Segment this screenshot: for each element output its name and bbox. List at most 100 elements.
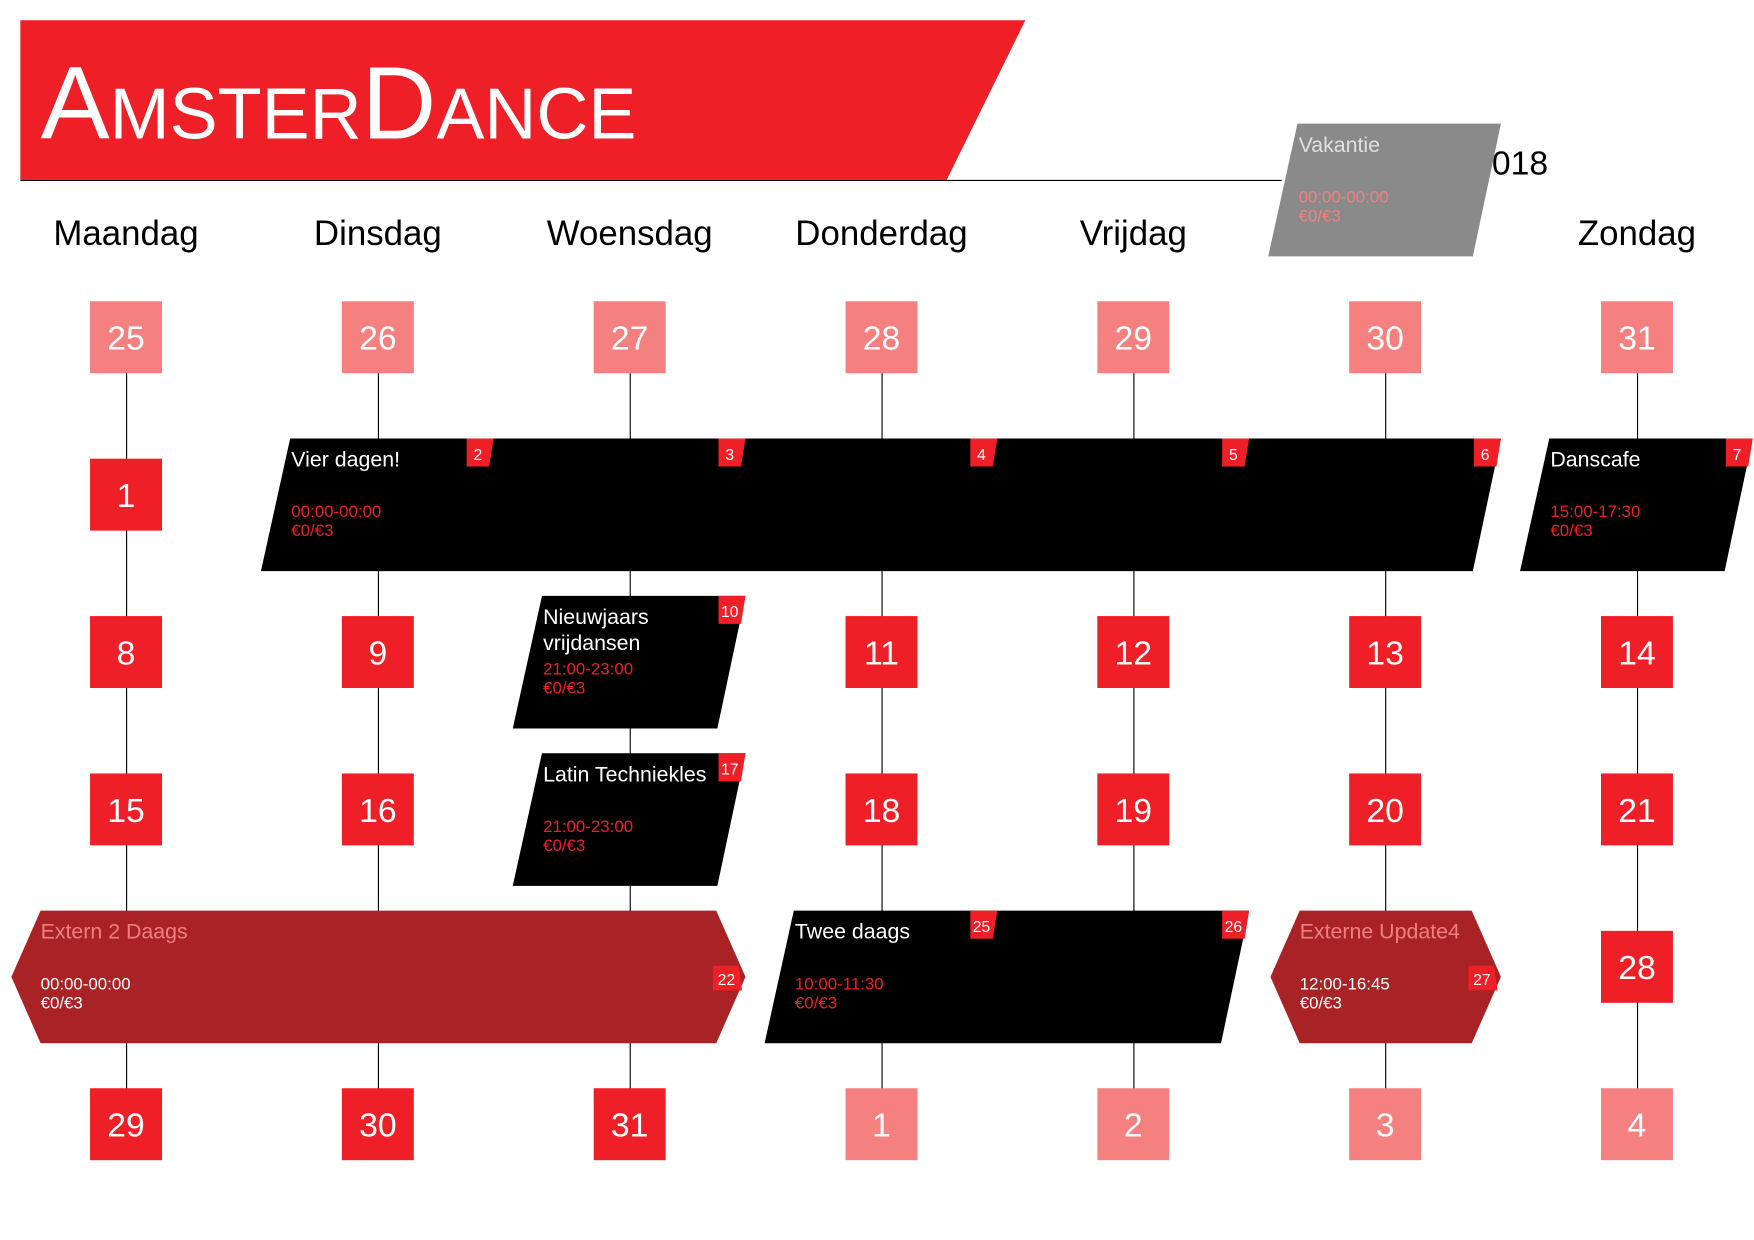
event-price: €0/€3 <box>41 993 83 1012</box>
date-number: 31 <box>611 1107 649 1145</box>
day-badge-number: 22 <box>718 972 735 989</box>
date-number: 19 <box>1115 792 1153 830</box>
day-badge-number: 17 <box>721 762 738 779</box>
date-number: 25 <box>107 320 145 358</box>
date-number: 18 <box>863 792 901 830</box>
event-price: €0/€3 <box>543 836 585 855</box>
date-cell[interactable]: 16 <box>341 773 414 846</box>
event-title: Nieuwjaars <box>543 605 649 629</box>
day-badge-number: 5 <box>1229 447 1238 464</box>
date-number: 29 <box>1115 320 1153 358</box>
date-cell[interactable]: 18 <box>845 773 918 846</box>
date-number: 3 <box>1376 1107 1395 1145</box>
event-title: Vakantie <box>1299 133 1380 157</box>
date-number: 29 <box>107 1107 145 1145</box>
event-twee-daags[interactable]: Twee daags 10:00-11:30€0/€3 25 26 <box>764 910 1250 1044</box>
event-price: €0/€3 <box>1550 521 1592 540</box>
date-cell[interactable]: 28 <box>1600 930 1673 1003</box>
date-number: 28 <box>1618 949 1656 987</box>
event-title: Latin Techniekles <box>543 762 706 786</box>
date-cell[interactable]: 11 <box>845 616 918 689</box>
date-number: 12 <box>1115 634 1153 672</box>
date-cell[interactable]: 4 <box>1600 1088 1673 1161</box>
event-title: Danscafe <box>1550 448 1640 472</box>
day-badge-number: 3 <box>725 447 734 464</box>
day-badge-number: 25 <box>973 919 991 936</box>
day-badge-number: 27 <box>1473 972 1490 989</box>
event-extern-2-daags[interactable]: Extern 2 Daags 00:00-00:00€0/€3 22 <box>11 910 746 1044</box>
event-danscafe[interactable]: Danscafe 15:00-17:30€0/€3 7 <box>1520 438 1753 572</box>
weekday-header-woensdag: Woensdag <box>547 214 713 253</box>
event-vakantie[interactable]: Vakantie 00:00-00:00€0/€3 <box>1268 123 1501 257</box>
event-price: €0/€3 <box>291 521 333 540</box>
weekday-header-donderdag: Donderdag <box>795 214 967 253</box>
weekday-header-dinsdag: Dinsdag <box>314 214 442 253</box>
date-cell[interactable]: 30 <box>341 1088 414 1161</box>
date-cell[interactable]: 31 <box>593 1088 666 1161</box>
date-cell[interactable]: 29 <box>90 1088 163 1161</box>
event-time: 00:00-00:00 <box>1299 187 1389 206</box>
event-price: €0/€3 <box>795 993 837 1012</box>
date-cell[interactable]: 20 <box>1349 773 1422 846</box>
date-cell[interactable]: 2 <box>1097 1088 1170 1161</box>
date-number: 30 <box>1366 320 1404 358</box>
date-number: 9 <box>368 634 387 672</box>
date-cell[interactable]: 14 <box>1600 616 1673 689</box>
brand-logo: AmsterDance <box>41 44 637 160</box>
date-number: 11 <box>864 634 899 672</box>
event-latin-techniekles[interactable]: Latin Techniekles 21:00-23:00€0/€3 17 <box>512 753 746 886</box>
day-badge-number: 7 <box>1733 447 1742 464</box>
date-cell[interactable]: 26 <box>341 301 414 374</box>
date-cell[interactable]: 21 <box>1600 773 1673 846</box>
event-title: Extern 2 Daags <box>41 920 188 944</box>
date-number: 27 <box>611 320 649 358</box>
date-number: 4 <box>1628 1107 1647 1145</box>
date-cell[interactable]: 29 <box>1097 301 1170 374</box>
date-number: 26 <box>359 320 397 358</box>
date-cell[interactable]: 1 <box>845 1088 918 1161</box>
date-number: 20 <box>1366 792 1404 830</box>
day-badge-number: 4 <box>977 447 986 464</box>
weekday-header-vrijdag: Vrijdag <box>1080 214 1187 253</box>
date-number: 14 <box>1618 634 1656 672</box>
event-time: 21:00-23:00 <box>543 817 633 836</box>
event-time: 21:00-23:00 <box>543 660 633 679</box>
date-number: 16 <box>359 792 397 830</box>
event-shape <box>260 438 1501 572</box>
date-cell[interactable]: 19 <box>1097 773 1170 846</box>
event-vier-dagen-[interactable]: Vier dagen! 00:00-00:00€0/€3 2 3 4 5 6 <box>260 438 1501 572</box>
date-number: 8 <box>117 634 136 672</box>
date-number: 1 <box>117 477 136 515</box>
event-time: 00:00-00:00 <box>291 502 381 521</box>
date-cell[interactable]: 31 <box>1600 301 1673 374</box>
event-externe-update4[interactable]: Externe Update4 12:00-16:45€0/€3 27 <box>1270 910 1501 1044</box>
weekday-header-maandag: Maandag <box>53 214 198 253</box>
date-cell[interactable]: 13 <box>1349 616 1422 689</box>
date-number: 30 <box>359 1107 397 1145</box>
event-time: 15:00-17:30 <box>1550 502 1640 521</box>
event-nieuwjaars[interactable]: Nieuwjaarsvrijdansen 21:00-23:00€0/€3 10 <box>512 595 746 729</box>
date-cell[interactable]: 27 <box>593 301 666 374</box>
day-badge-number: 10 <box>721 604 739 621</box>
event-time: 00:00-00:00 <box>41 974 131 993</box>
calendar: AmsterDance 2018 Maandag Dinsdag Woensdag D… <box>11 20 1753 1161</box>
event-price: €0/€3 <box>1299 206 1341 225</box>
day-badge-number: 6 <box>1481 447 1490 464</box>
date-cell[interactable]: 3 <box>1349 1088 1422 1161</box>
date-cell[interactable]: 28 <box>845 301 918 374</box>
date-cell[interactable]: 25 <box>90 301 163 374</box>
date-number: 15 <box>107 792 145 830</box>
date-number: 31 <box>1618 320 1656 358</box>
date-cell[interactable]: 9 <box>341 616 414 689</box>
date-cell[interactable]: 15 <box>90 773 163 846</box>
event-title: Externe Update4 <box>1300 920 1460 944</box>
event-price: €0/€3 <box>1300 993 1342 1012</box>
weekday-header-zondag: Zondag <box>1578 214 1696 253</box>
date-cell[interactable]: 8 <box>90 616 163 689</box>
date-cell[interactable]: 12 <box>1097 616 1170 689</box>
event-title: Twee daags <box>795 920 910 944</box>
event-time: 12:00-16:45 <box>1300 974 1390 993</box>
date-number: 13 <box>1366 634 1404 672</box>
date-cell[interactable]: 1 <box>90 458 163 531</box>
date-cell[interactable]: 30 <box>1349 301 1422 374</box>
